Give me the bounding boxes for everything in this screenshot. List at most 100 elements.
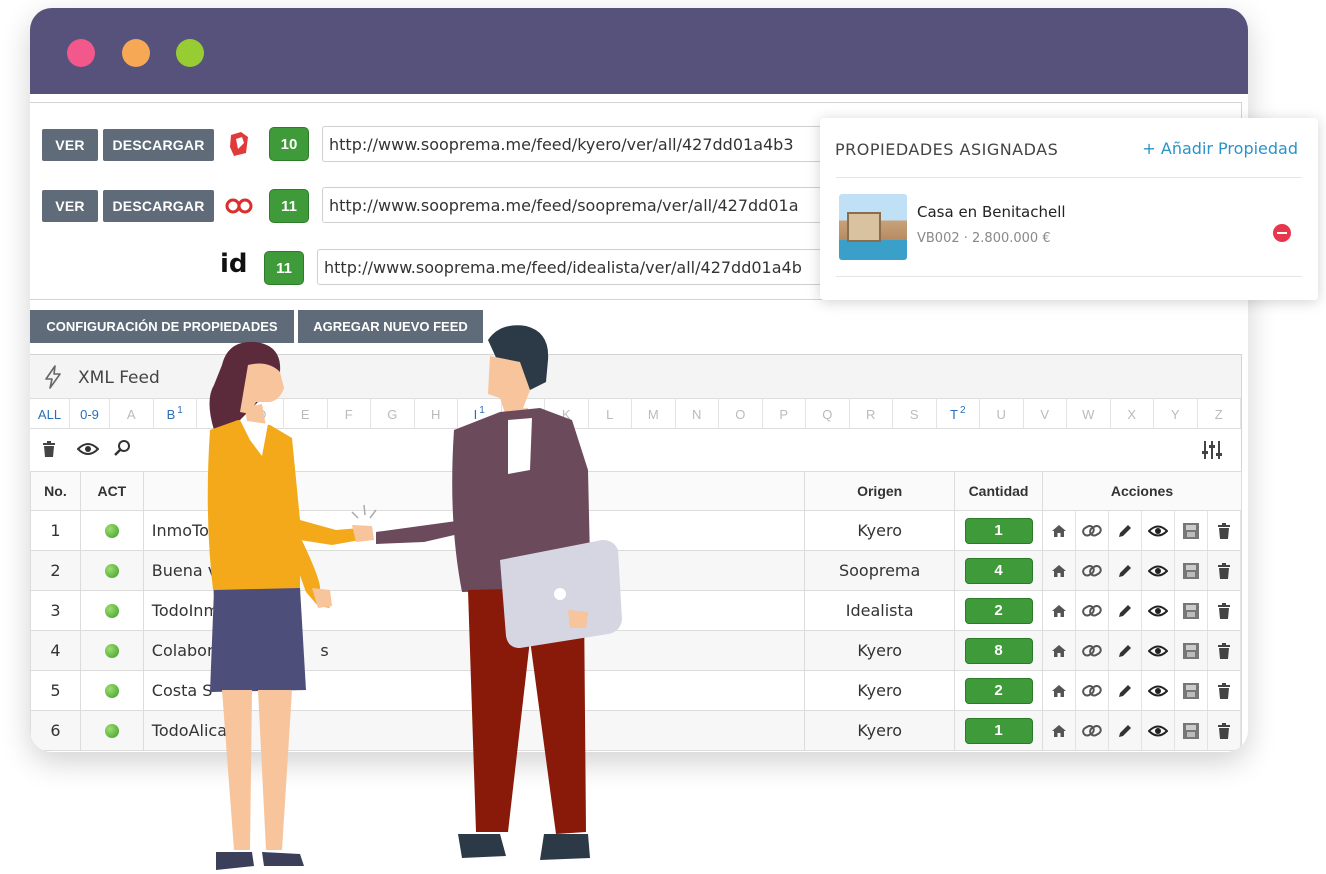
alpha-filter-g[interactable]: G [371, 399, 415, 429]
maximize-dot[interactable] [176, 39, 204, 67]
link-icon[interactable] [1076, 711, 1109, 750]
alpha-filter-c[interactable]: C [197, 399, 241, 429]
download-icon[interactable] [1175, 591, 1208, 630]
remove-property-icon[interactable] [1273, 224, 1291, 242]
pencil-icon[interactable] [1109, 631, 1142, 670]
eye-icon[interactable] [1142, 671, 1175, 710]
trash-icon[interactable] [42, 441, 56, 462]
alpha-filter-x[interactable]: X [1111, 399, 1154, 429]
descargar-button[interactable]: DESCARGAR [103, 129, 214, 161]
tab-configuracion[interactable]: CONFIGURACIÓN DE PROPIEDADES [30, 310, 294, 343]
table-row[interactable]: 6 TodoAlica Kyero 1 [30, 710, 1243, 751]
eye-icon[interactable] [1142, 511, 1175, 550]
pencil-icon[interactable] [1109, 551, 1142, 590]
alpha-filter-k[interactable]: K [545, 399, 589, 429]
table-row[interactable]: 3 TodoInm Idealista 2 [30, 590, 1243, 631]
alpha-filter-q[interactable]: Q [806, 399, 850, 429]
eye-icon[interactable] [1142, 631, 1175, 670]
col-cantidad[interactable]: Cantidad [954, 471, 1043, 511]
alpha-filter-d[interactable]: D [241, 399, 284, 429]
col-name[interactable]: N [142, 471, 806, 511]
property-thumbnail[interactable] [839, 194, 907, 260]
table-row[interactable]: 5 Costa S Kyero 2 [30, 670, 1243, 711]
col-act[interactable]: ACT [79, 471, 144, 511]
alpha-filter-w[interactable]: W [1067, 399, 1111, 429]
link-icon[interactable] [1076, 631, 1109, 670]
search-icon[interactable] [114, 439, 132, 462]
pencil-icon[interactable] [1109, 511, 1142, 550]
active-status[interactable] [79, 510, 144, 551]
alpha-filter-t[interactable]: T2 [937, 399, 980, 429]
feed-name[interactable]: InmoTop [142, 510, 806, 551]
quantity-badge[interactable]: 8 [964, 637, 1033, 664]
table-row[interactable]: 2 Buena vi Sooprema 4 [30, 550, 1243, 591]
link-icon[interactable] [1076, 551, 1109, 590]
feed-url-field[interactable]: http://www.sooprema.me/feed/kyero/ver/al… [322, 126, 822, 162]
active-status[interactable] [79, 550, 144, 591]
quantity-badge[interactable]: 4 [964, 557, 1033, 584]
table-row[interactable]: 1 InmoTop Kyero 1 [30, 510, 1243, 551]
feed-name[interactable]: TodoAlica [142, 710, 806, 751]
alpha-filter-y[interactable]: Y [1154, 399, 1198, 429]
feed-url-field[interactable]: http://www.sooprema.me/feed/idealista/ve… [317, 249, 822, 285]
col-no[interactable]: No. [30, 471, 81, 511]
active-status[interactable] [79, 590, 144, 631]
home-icon[interactable] [1043, 591, 1076, 630]
feed-url-field[interactable]: http://www.sooprema.me/feed/sooprema/ver… [322, 187, 822, 223]
download-icon[interactable] [1175, 631, 1208, 670]
alpha-filter-m[interactable]: M [632, 399, 676, 429]
quantity-badge[interactable]: 1 [964, 517, 1033, 544]
table-row[interactable]: 4 Colabor s Kyero 8 [30, 630, 1243, 671]
property-name[interactable]: Casa en Benitachell [917, 203, 1066, 221]
eye-icon[interactable] [1142, 551, 1175, 590]
active-status[interactable] [79, 710, 144, 751]
alpha-filter-l[interactable]: L [589, 399, 632, 429]
trash-icon[interactable] [1208, 671, 1241, 710]
alpha-filter-n[interactable]: N [676, 399, 719, 429]
home-icon[interactable] [1043, 551, 1076, 590]
active-status[interactable] [79, 630, 144, 671]
add-property-link[interactable]: + Añadir Propiedad [1142, 139, 1298, 158]
descargar-button[interactable]: DESCARGAR [103, 190, 214, 222]
alpha-filter-a[interactable]: A [110, 399, 154, 429]
close-dot[interactable] [67, 39, 95, 67]
home-icon[interactable] [1043, 631, 1076, 670]
alpha-filter-e[interactable]: E [284, 399, 328, 429]
active-status[interactable] [79, 670, 144, 711]
trash-icon[interactable] [1208, 551, 1241, 590]
ver-button[interactable]: VER [42, 190, 98, 222]
alpha-filter-j[interactable]: J [502, 399, 545, 429]
alpha-filter-all[interactable]: ALL [30, 399, 70, 429]
trash-icon[interactable] [1208, 591, 1241, 630]
link-icon[interactable] [1076, 511, 1109, 550]
eye-icon[interactable] [1142, 711, 1175, 750]
trash-icon[interactable] [1208, 711, 1241, 750]
home-icon[interactable] [1043, 711, 1076, 750]
feed-name[interactable]: Colabor s [142, 630, 806, 671]
pencil-icon[interactable] [1109, 671, 1142, 710]
alpha-filter-0-9[interactable]: 0-9 [70, 399, 110, 429]
minimize-dot[interactable] [122, 39, 150, 67]
home-icon[interactable] [1043, 671, 1076, 710]
pencil-icon[interactable] [1109, 591, 1142, 630]
alpha-filter-h[interactable]: H [415, 399, 458, 429]
alpha-filter-z[interactable]: Z [1198, 399, 1241, 429]
download-icon[interactable] [1175, 711, 1208, 750]
alpha-filter-r[interactable]: R [850, 399, 893, 429]
eye-icon[interactable] [1142, 591, 1175, 630]
trash-icon[interactable] [1208, 511, 1241, 550]
home-icon[interactable] [1043, 511, 1076, 550]
alpha-filter-o[interactable]: O [719, 399, 763, 429]
alpha-filter-b[interactable]: B1 [154, 399, 197, 429]
alpha-filter-s[interactable]: S [893, 399, 937, 429]
col-origen[interactable]: Origen [804, 471, 956, 511]
feed-name[interactable]: Costa S [142, 670, 806, 711]
pencil-icon[interactable] [1109, 711, 1142, 750]
feed-name[interactable]: Buena vi [142, 550, 806, 591]
alpha-filter-i[interactable]: I1 [458, 399, 502, 429]
alpha-filter-f[interactable]: F [328, 399, 371, 429]
trash-icon[interactable] [1208, 631, 1241, 670]
feed-name[interactable]: TodoInm [142, 590, 806, 631]
alpha-filter-p[interactable]: P [763, 399, 806, 429]
alpha-filter-u[interactable]: U [980, 399, 1024, 429]
